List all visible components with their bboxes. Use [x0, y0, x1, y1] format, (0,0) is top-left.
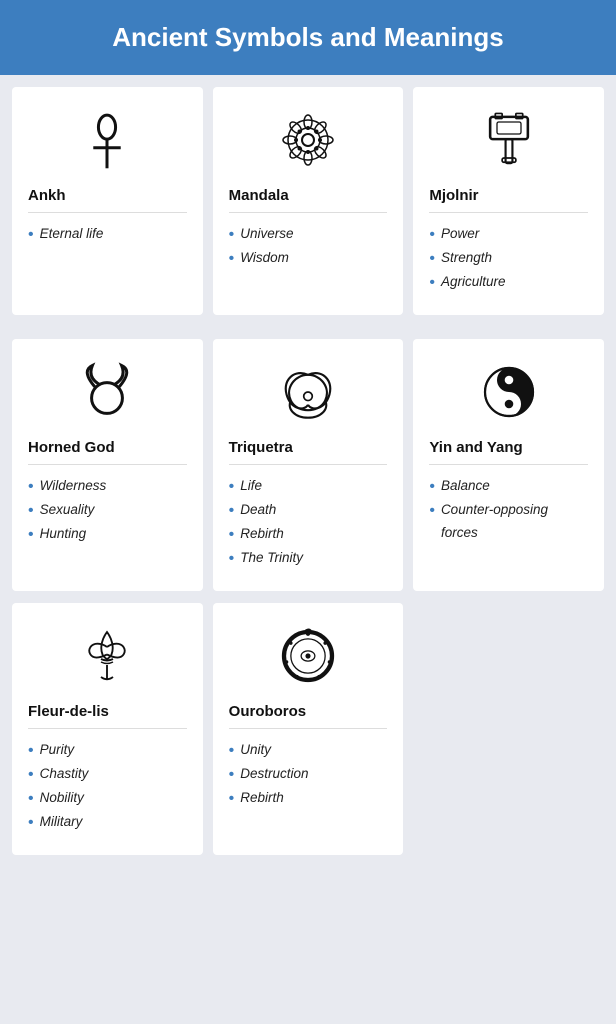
ankh-meanings: Eternal life: [28, 223, 103, 247]
card-ankh: Ankh Eternal life: [12, 87, 203, 315]
fleur-de-lis-meanings: Purity Chastity Nobility Military: [28, 739, 88, 835]
fleur-de-lis-icon: [28, 621, 187, 691]
horned-god-meanings: Wilderness Sexuality Hunting: [28, 475, 106, 547]
symbol-grid-row1: Ankh Eternal life: [0, 75, 616, 327]
list-item: Wilderness: [28, 475, 106, 499]
card-yin-yang: Yin and Yang Balance Counter-opposing fo…: [413, 339, 604, 591]
yin-yang-icon: [429, 357, 588, 427]
ouroboros-name: Ouroboros: [229, 703, 307, 720]
symbol-grid-row2: Horned God Wilderness Sexuality Hunting: [0, 327, 616, 603]
yin-yang-name: Yin and Yang: [429, 439, 522, 456]
mjolnir-icon: [429, 105, 588, 175]
card-mandala: Mandala Universe Wisdom: [213, 87, 404, 315]
page-header: Ancient Symbols and Meanings: [0, 0, 616, 75]
triquetra-icon: [229, 357, 388, 427]
list-item: Rebirth: [229, 787, 309, 811]
list-item: Military: [28, 811, 88, 835]
list-item: Chastity: [28, 763, 88, 787]
list-item: Unity: [229, 739, 309, 763]
list-item: Wisdom: [229, 247, 294, 271]
fleur-de-lis-divider: [28, 728, 187, 729]
page-title: Ancient Symbols and Meanings: [20, 22, 596, 53]
mjolnir-divider: [429, 212, 588, 213]
triquetra-divider: [229, 464, 388, 465]
list-item: Destruction: [229, 763, 309, 787]
list-item: The Trinity: [229, 547, 303, 571]
list-item: Death: [229, 499, 303, 523]
list-item: Counter-opposing forces: [429, 499, 588, 545]
yin-yang-meanings: Balance Counter-opposing forces: [429, 475, 588, 545]
list-item: Rebirth: [229, 523, 303, 547]
horned-god-divider: [28, 464, 187, 465]
ankh-name: Ankh: [28, 187, 66, 204]
mandala-name: Mandala: [229, 187, 289, 204]
list-item: Purity: [28, 739, 88, 763]
fleur-de-lis-name: Fleur-de-lis: [28, 703, 109, 720]
ouroboros-icon: [229, 621, 388, 691]
mandala-divider: [229, 212, 388, 213]
list-item: Power: [429, 223, 505, 247]
list-item: Nobility: [28, 787, 88, 811]
symbol-grid-row3: Fleur-de-lis Purity Chastity Nobility Mi…: [0, 603, 616, 867]
card-triquetra: Triquetra Life Death Rebirth The Trinity: [213, 339, 404, 591]
mandala-icon: [229, 105, 388, 175]
list-item: Strength: [429, 247, 505, 271]
card-mjolnir: Mjolnir Power Strength Agriculture: [413, 87, 604, 315]
triquetra-name: Triquetra: [229, 439, 293, 456]
list-item: Universe: [229, 223, 294, 247]
list-item: Hunting: [28, 523, 106, 547]
card-fleur-de-lis: Fleur-de-lis Purity Chastity Nobility Mi…: [12, 603, 203, 855]
list-item: Life: [229, 475, 303, 499]
ankh-divider: [28, 212, 187, 213]
list-item: Agriculture: [429, 271, 505, 295]
triquetra-meanings: Life Death Rebirth The Trinity: [229, 475, 303, 571]
mjolnir-meanings: Power Strength Agriculture: [429, 223, 505, 295]
ankh-icon: [28, 105, 187, 175]
card-ouroboros: Ouroboros Unity Destruction Rebirth: [213, 603, 404, 855]
horned-god-icon: [28, 357, 187, 427]
list-item: Balance: [429, 475, 588, 499]
empty-slot: [413, 603, 604, 855]
mandala-meanings: Universe Wisdom: [229, 223, 294, 271]
card-horned-god: Horned God Wilderness Sexuality Hunting: [12, 339, 203, 591]
list-item: Sexuality: [28, 499, 106, 523]
yin-yang-divider: [429, 464, 588, 465]
ouroboros-meanings: Unity Destruction Rebirth: [229, 739, 309, 811]
list-item: Eternal life: [28, 223, 103, 247]
horned-god-name: Horned God: [28, 439, 115, 456]
mjolnir-name: Mjolnir: [429, 187, 478, 204]
ouroboros-divider: [229, 728, 388, 729]
